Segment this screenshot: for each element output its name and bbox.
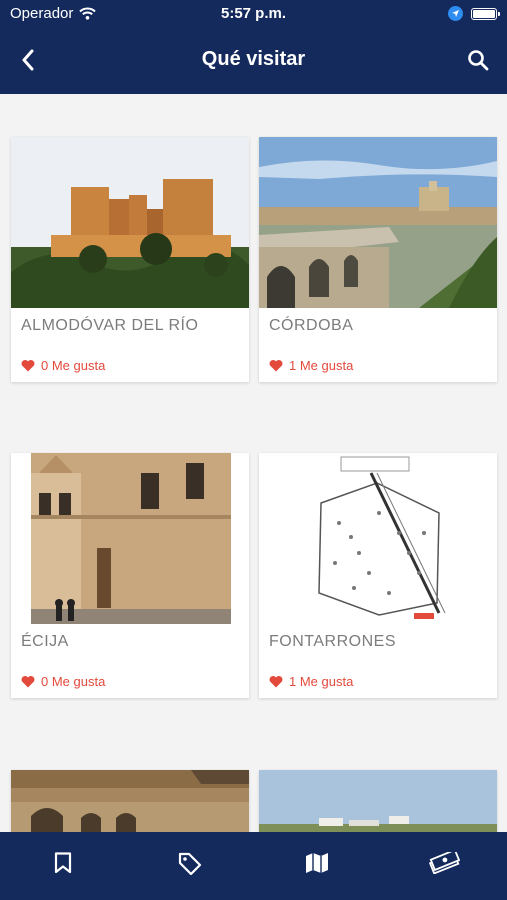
heart-icon: [21, 675, 35, 687]
likes-count: 1 Me gusta: [289, 673, 354, 689]
heart-icon: [21, 359, 35, 371]
status-time: 5:57 p.m.: [220, 5, 287, 22]
page-title: Qué visitar: [201, 48, 306, 70]
place-photo: [259, 137, 497, 308]
status-icons: [448, 6, 500, 21]
tab-map[interactable]: [254, 832, 381, 900]
battery-icon: [471, 7, 500, 20]
bookmark-icon: [55, 852, 72, 874]
likes-row[interactable]: 1 Me gusta: [259, 348, 497, 382]
heart-icon: [269, 675, 283, 687]
place-card[interactable]: FONTARRONES 1 Me gusta: [259, 453, 497, 698]
place-name: ALMODÓVAR DEL RÍO: [21, 317, 199, 334]
tab-favorites[interactable]: [0, 832, 127, 900]
place-photo: [259, 770, 497, 832]
tab-bar: [0, 832, 507, 900]
likes-row[interactable]: 1 Me gusta: [259, 664, 497, 698]
search-icon: [468, 50, 489, 71]
place-name: FONTARRONES: [269, 633, 396, 650]
map-icon: [305, 853, 328, 873]
likes-count: 0 Me gusta: [41, 357, 106, 373]
place-card[interactable]: [259, 770, 497, 832]
status-bar: Operador 5:57 p.m.: [0, 0, 507, 28]
nav-bar: Qué visitar: [0, 38, 507, 82]
place-photo: [259, 453, 497, 624]
likes-row[interactable]: 0 Me gusta: [11, 664, 249, 698]
places-grid: ALMODÓVAR DEL RÍO 0 Me gusta CÓRDOBA 1 M…: [0, 94, 507, 832]
header: Operador 5:57 p.m. Qué visitar: [0, 0, 507, 94]
place-name: ÉCIJA: [21, 633, 69, 650]
place-photo: [11, 137, 249, 308]
tag-icon: [179, 852, 202, 876]
place-card[interactable]: CÓRDOBA 1 Me gusta: [259, 137, 497, 382]
tab-offers[interactable]: [127, 832, 254, 900]
search-button[interactable]: [463, 46, 493, 74]
place-card[interactable]: ALMODÓVAR DEL RÍO 0 Me gusta: [11, 137, 249, 382]
place-name: CÓRDOBA: [269, 317, 354, 334]
likes-count: 0 Me gusta: [41, 673, 106, 689]
money-icon: [428, 852, 460, 874]
place-photo: [11, 453, 249, 624]
location-icon: [448, 6, 463, 21]
likes-row[interactable]: 0 Me gusta: [11, 348, 249, 382]
place-card[interactable]: ÉCIJA 0 Me gusta: [11, 453, 249, 698]
tab-budget[interactable]: [380, 832, 507, 900]
likes-count: 1 Me gusta: [289, 357, 354, 373]
heart-icon: [269, 359, 283, 371]
place-photo: [11, 770, 249, 832]
place-card[interactable]: [11, 770, 249, 832]
